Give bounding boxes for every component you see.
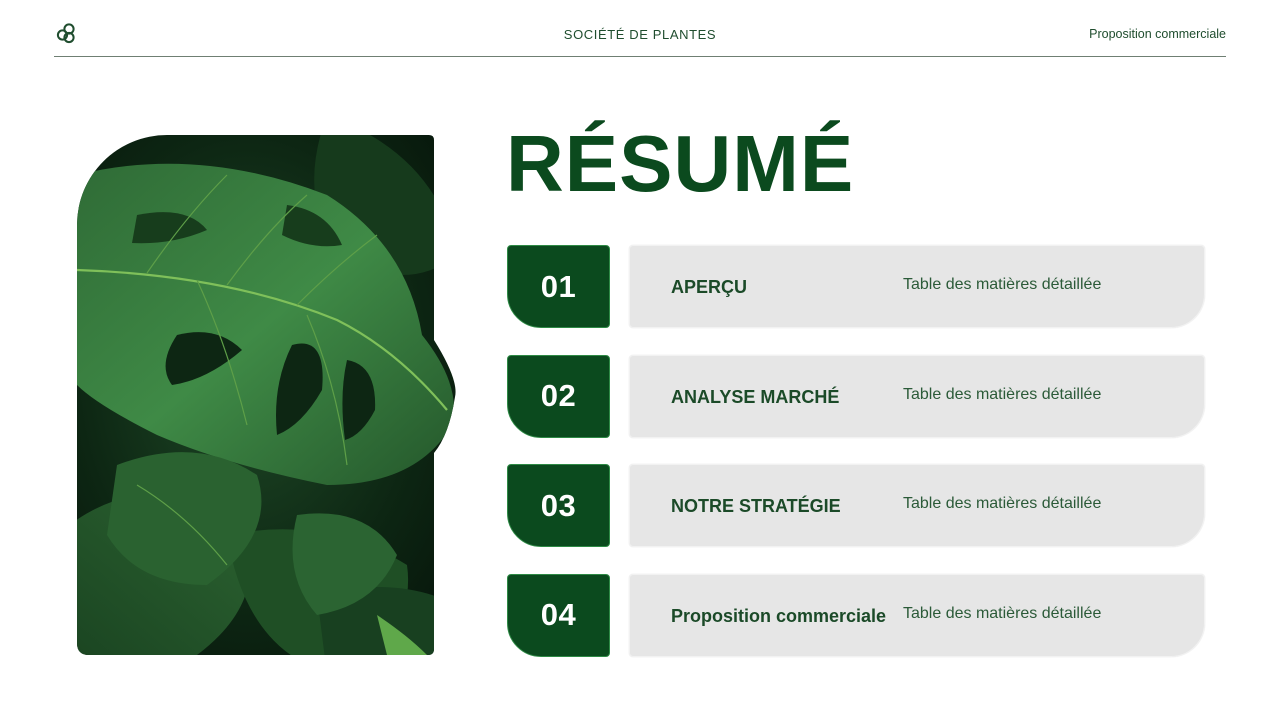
toc-item-number[interactable]: 01: [507, 245, 610, 328]
company-name: SOCIÉTÉ DE PLANTES: [563, 27, 717, 42]
toc-item-title: NOTRE STRATÉGIE: [671, 496, 841, 516]
toc-item-number[interactable]: 03: [507, 464, 610, 547]
page-title: RÉSUMÉ: [506, 119, 855, 208]
toc-item-card[interactable]: ANALYSE MARCHÉ Table des matières détail…: [629, 354, 1205, 438]
toc-item-proposition-commerciale: 04 Proposition commerciale Table des mat…: [507, 573, 1207, 657]
toc-item-subtitle: Table des matières détaillée: [903, 604, 1102, 622]
toc-item-title: ANALYSE MARCHÉ: [671, 386, 840, 407]
toc-item-subtitle: Table des matières détaillée: [903, 495, 1102, 512]
toc-item-apercu: 01 APERÇU Table des matières détaillée: [507, 245, 1207, 328]
toc-item-subtitle: Table des matières détaillée: [903, 276, 1102, 293]
header: SOCIÉTÉ DE PLANTES Proposition commercia…: [54, 0, 1226, 57]
toc-item-number[interactable]: 04: [507, 573, 610, 657]
toc-item-title: Proposition commerciale: [671, 605, 887, 626]
table-of-contents: 01 APERÇU Table des matières détaillée 0…: [507, 245, 1207, 683]
toc-item-subtitle: Table des matières détaillée: [903, 385, 1102, 403]
toc-item-analyse-marche: 02 ANALYSE MARCHÉ Table des matières dét…: [507, 354, 1207, 438]
toc-item-notre-strategie: 03 NOTRE STRATÉGIE Table des matières dé…: [507, 464, 1207, 547]
toc-item-card[interactable]: NOTRE STRATÉGIE Table des matières détai…: [629, 464, 1205, 547]
header-proposal-label: Proposition commerciale: [1089, 27, 1226, 41]
toc-item-card[interactable]: Proposition commerciale Table des matièr…: [629, 573, 1205, 657]
toc-item-card[interactable]: APERÇU Table des matières détaillée: [629, 245, 1205, 328]
slide: SOCIÉTÉ DE PLANTES Proposition commercia…: [0, 0, 1280, 720]
monstera-leaves-photo: [77, 135, 456, 655]
toc-item-number[interactable]: 02: [507, 354, 610, 438]
toc-item-title: APERÇU: [671, 277, 748, 297]
